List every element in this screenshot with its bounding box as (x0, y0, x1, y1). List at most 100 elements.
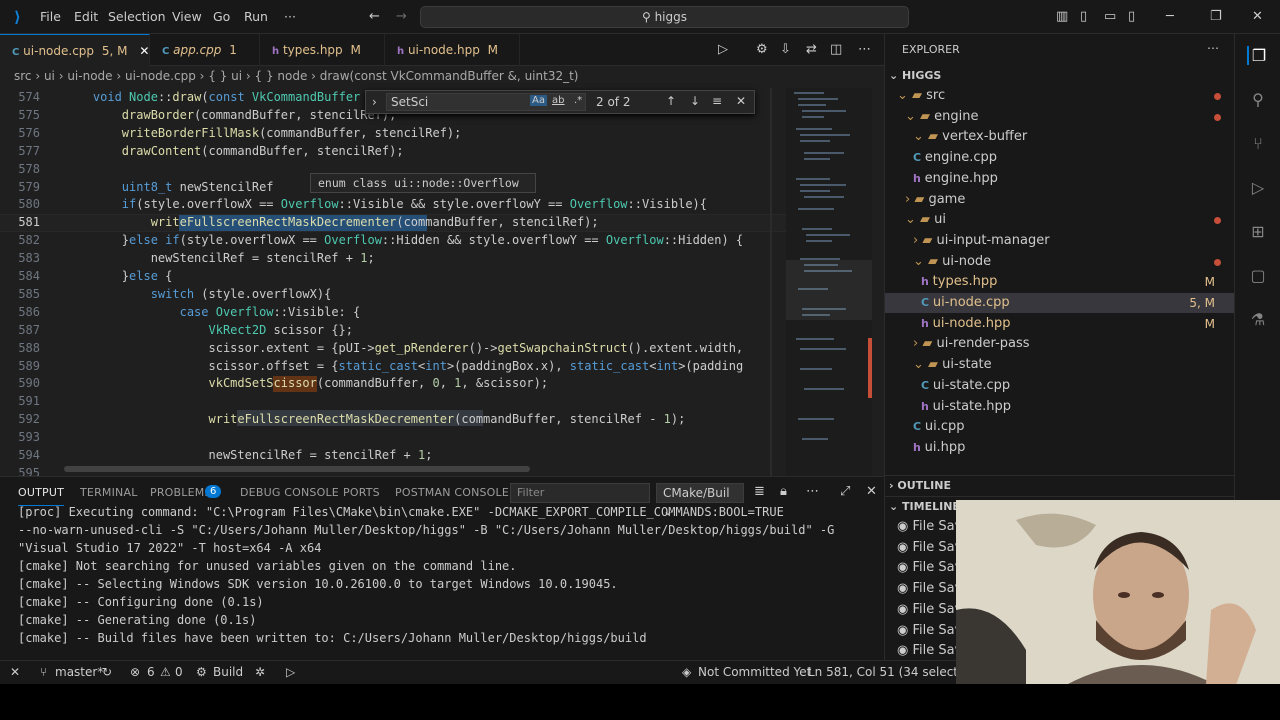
back-arrow-icon[interactable]: ← (369, 9, 380, 24)
code-line[interactable]: drawContent(commandBuffer, stencilRef); (64, 144, 404, 158)
build-button[interactable]: Build (213, 665, 243, 679)
tab-types-hpp[interactable]: h types.hpp M (260, 34, 385, 66)
code-line[interactable]: drawBorder(commandBuffer, stencilRef); (64, 108, 397, 122)
code-line[interactable]: VkRect2D scissor {}; (64, 323, 354, 337)
forward-arrow-icon[interactable]: → (396, 9, 407, 24)
minimap[interactable] (786, 88, 872, 476)
explorer-more-icon[interactable]: ⋯ (1207, 41, 1219, 55)
close-window-icon[interactable]: ✕ (1252, 9, 1263, 24)
remote-icon[interactable]: ✕ (10, 665, 20, 679)
tree-item-engine[interactable]: ⌄ ▰ engine (885, 107, 1235, 127)
launch-icon[interactable]: ▷ (286, 665, 295, 679)
toggle-replace-icon[interactable]: › (372, 95, 377, 109)
toggle-primary-sidebar-icon[interactable]: ▯ (1080, 9, 1087, 24)
branch-name[interactable]: master* (55, 665, 103, 679)
workspace-root[interactable]: ⌄ HIGGS (885, 66, 1235, 86)
next-match-icon[interactable]: ↓ (690, 94, 700, 108)
sync-icon[interactable]: ↻ (102, 665, 112, 679)
minimize-icon[interactable]: ─ (1166, 9, 1174, 24)
tab-ports[interactable]: PORTS (343, 486, 380, 499)
error-count[interactable]: 6 (147, 665, 155, 679)
list-icon[interactable]: ≣ (754, 484, 765, 499)
tab-terminal[interactable]: TERMINAL (80, 486, 138, 499)
compare-icon[interactable]: ⇄ (806, 42, 817, 57)
code-line[interactable]: void Node::draw(const VkCommandBuffer (64, 90, 360, 104)
tree-item-ui[interactable]: ⌄ ▰ ui (885, 210, 1235, 230)
close-find-icon[interactable]: ✕ (736, 94, 746, 108)
toggle-panel-icon[interactable]: ▭ (1104, 9, 1116, 24)
code-line[interactable]: newStencilRef = stencilRef + 1; (64, 448, 432, 462)
search-icon[interactable]: ⚲ (1247, 90, 1269, 109)
tree-item-ui-state-hpp[interactable]: h ui-state.hpp (885, 397, 1235, 417)
code-line[interactable]: writeFullscreenRectMaskDecrementer(comma… (64, 412, 686, 426)
toggle-secondary-sidebar-icon[interactable]: ▯ (1128, 9, 1135, 24)
run-debug-icon[interactable]: ▷ (1247, 178, 1269, 197)
tree-item-game[interactable]: › ▰ game (885, 190, 1235, 210)
output-channel-select[interactable]: CMake/Buil ⌄ (656, 483, 744, 518)
code-line[interactable]: case Overflow::Visible: { (64, 305, 361, 319)
run-icon[interactable]: ▷ (718, 42, 728, 57)
tab-postman-console[interactable]: POSTMAN CONSOLE (395, 486, 509, 499)
tree-item-ui-node-cpp[interactable]: C ui-node.cpp 5, M (885, 293, 1235, 313)
more-actions-icon[interactable]: ⋯ (858, 42, 871, 57)
tree-item-ui-input-manager[interactable]: › ▰ ui-input-manager (885, 231, 1235, 251)
tree-item-src[interactable]: ⌄ ▰ src (885, 86, 1235, 106)
split-editor-icon[interactable]: ◫ (830, 42, 842, 57)
code-line[interactable]: writeBorderFillMask(commandBuffer, stenc… (64, 126, 462, 140)
menu-edit[interactable]: Edit (74, 9, 98, 24)
regex-toggle[interactable]: .* (574, 95, 582, 106)
tab-debug-console[interactable]: DEBUG CONSOLE (240, 486, 339, 499)
code-line[interactable]: scissor.extent = {pUI->get_pRenderer()->… (64, 341, 743, 355)
filter-input[interactable]: Filter (510, 483, 650, 503)
code-line[interactable]: writeFullscreenRectMaskDecrementer(comma… (64, 215, 599, 229)
git-blame-status[interactable]: Not Committed Yet (698, 665, 811, 679)
tree-item-ui-render-pass[interactable]: › ▰ ui-render-pass (885, 334, 1235, 354)
tab-problems[interactable]: PROBLEMS (150, 486, 212, 499)
code-line[interactable]: if(style.overflowX == Overflow::Visible … (64, 197, 707, 211)
tree-item-ui-state-cpp[interactable]: C ui-state.cpp (885, 376, 1235, 396)
download-icon[interactable]: ⇩ (780, 42, 791, 57)
tree-item-ui-hpp[interactable]: h ui.hpp (885, 438, 1235, 458)
tab-output[interactable]: OUTPUT (18, 486, 65, 506)
maximize-panel-icon[interactable]: ⤢ (840, 484, 850, 499)
tree-item-engine-cpp[interactable]: C engine.cpp (885, 148, 1235, 168)
tab-ui-node-cpp[interactable]: C ui-node.cpp 5, M ✕ (0, 34, 150, 66)
menu-go[interactable]: Go (213, 9, 230, 24)
warning-count[interactable]: 0 (175, 665, 183, 679)
code-line[interactable]: switch (style.overflowX){ (64, 287, 332, 301)
more-icon[interactable]: ⋯ (806, 484, 819, 499)
customize-layout-icon[interactable]: ▥ (1056, 9, 1068, 24)
previous-match-icon[interactable]: ↑ (666, 94, 676, 108)
code-line[interactable]: uint8_t newStencilRef (64, 180, 274, 194)
menu-more[interactable]: ··· (284, 9, 296, 24)
remote-explorer-icon[interactable]: ▢ (1247, 266, 1269, 285)
tree-item-ui-cpp[interactable]: C ui.cpp (885, 417, 1235, 437)
tab-ui-node-hpp[interactable]: h ui-node.hpp M (385, 34, 520, 66)
lock-icon[interactable]: 🔒︎ (780, 484, 787, 499)
source-control-icon[interactable]: ⑂ (1247, 134, 1269, 153)
code-editor[interactable]: 574 575 576 577 578 579 580 581 582 583 584 585 586 5… (0, 88, 884, 476)
debug-icon[interactable]: ✲ (255, 665, 265, 679)
restore-icon[interactable]: ❐ (1210, 9, 1222, 24)
menu-selection[interactable]: Selection (108, 9, 166, 24)
cursor-position[interactable]: Ln 581, Col 51 (34 selected) (808, 665, 978, 679)
whole-word-toggle[interactable]: ab (552, 95, 564, 106)
code-line[interactable]: scissor.offset = {static_cast<int>(paddi… (64, 359, 743, 373)
tree-item-vertex-buffer[interactable]: ⌄ ▰ vertex-buffer (885, 127, 1235, 147)
menu-run[interactable]: Run (244, 9, 268, 24)
code-line[interactable]: newStencilRef = stencilRef + 1; (64, 251, 375, 265)
menu-file[interactable]: File (40, 9, 61, 24)
explorer-icon[interactable]: ❐ (1247, 46, 1269, 65)
match-case-toggle[interactable]: Aa (530, 95, 547, 106)
tab-app-cpp[interactable]: C app.cpp 1 (150, 34, 260, 66)
horizontal-scrollbar[interactable] (64, 466, 530, 472)
extensions-icon[interactable]: ⊞ (1247, 222, 1269, 241)
code-line[interactable]: vkCmdSetScissor(commandBuffer, 0, 1, &sc… (64, 376, 549, 390)
command-center-search[interactable]: ⚲ higgs (420, 6, 909, 28)
tree-item-ui-node-hpp[interactable]: h ui-node.hpp M (885, 314, 1235, 334)
close-icon[interactable]: ✕ (139, 44, 149, 58)
menu-view[interactable]: View (172, 9, 202, 24)
code-line[interactable]: }else { (64, 269, 173, 283)
tree-item-engine-hpp[interactable]: h engine.hpp (885, 169, 1235, 189)
tree-item-ui-node[interactable]: ⌄ ▰ ui-node (885, 252, 1235, 272)
